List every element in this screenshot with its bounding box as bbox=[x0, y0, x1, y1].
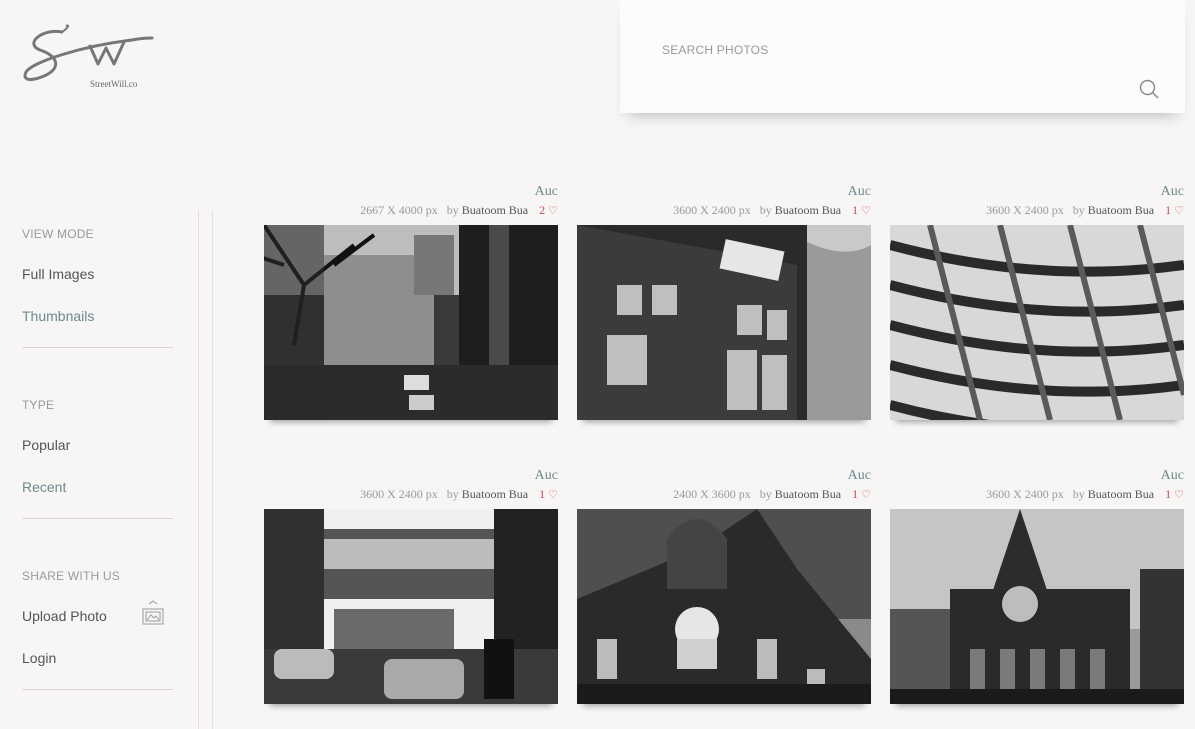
full-images-link[interactable]: Full Images bbox=[22, 266, 94, 282]
sidebar-divider bbox=[212, 210, 213, 729]
heart-icon[interactable]: ♡ bbox=[548, 489, 558, 501]
photo-by-label: by bbox=[1072, 487, 1085, 501]
photo-like-count: 2 bbox=[539, 203, 546, 217]
photo-like-count: 1 bbox=[1165, 487, 1172, 501]
photo-dimensions: 2667 X 4000 px bbox=[360, 203, 438, 217]
photo-location[interactable]: Auc bbox=[535, 184, 558, 200]
thumbnails-link[interactable]: Thumbnails bbox=[22, 308, 94, 324]
photo-by-label: by bbox=[759, 203, 772, 217]
photo-meta: 3600 X 2400 px by Buatoom Bua 1 ♡ bbox=[360, 487, 558, 502]
type-title: TYPE bbox=[22, 398, 55, 412]
photo-location[interactable]: Auc bbox=[848, 184, 871, 200]
photo-by-label: by bbox=[446, 203, 459, 217]
photo-author[interactable]: Buatoom Bua bbox=[1088, 203, 1154, 217]
photo-author[interactable]: Buatoom Bua bbox=[1088, 487, 1154, 501]
photo-meta: 3600 X 2400 px by Buatoom Bua 1 ♡ bbox=[986, 487, 1184, 502]
photo-location[interactable]: Auc bbox=[1161, 468, 1184, 484]
photo-location[interactable]: Auc bbox=[535, 468, 558, 484]
sidebar-divider bbox=[198, 210, 199, 729]
section-divider bbox=[22, 347, 173, 348]
photo-location[interactable]: Auc bbox=[1161, 184, 1184, 200]
search-label[interactable]: SEARCH PHOTOS bbox=[662, 43, 768, 57]
heart-icon[interactable]: ♡ bbox=[1174, 489, 1184, 501]
recent-link[interactable]: Recent bbox=[22, 479, 66, 495]
photo-dimensions: 3600 X 2400 px bbox=[986, 203, 1064, 217]
photo-by-label: by bbox=[759, 487, 772, 501]
photo-author[interactable]: Buatoom Bua bbox=[462, 487, 528, 501]
view-mode-title: VIEW MODE bbox=[22, 227, 94, 241]
photo-thumbnail[interactable] bbox=[890, 225, 1184, 420]
heart-icon[interactable]: ♡ bbox=[1174, 205, 1184, 217]
photo-like-count: 1 bbox=[1165, 203, 1172, 217]
heart-icon[interactable]: ♡ bbox=[548, 205, 558, 217]
photo-like-count: 1 bbox=[852, 487, 859, 501]
photo-thumbnail[interactable] bbox=[577, 225, 871, 420]
photo-meta: 2667 X 4000 px by Buatoom Bua 2 ♡ bbox=[360, 203, 558, 218]
photo-thumbnail[interactable] bbox=[264, 225, 558, 420]
photo-by-label: by bbox=[446, 487, 459, 501]
heart-icon[interactable]: ♡ bbox=[861, 489, 871, 501]
section-divider bbox=[22, 518, 173, 519]
logo-text: StreetWill.co bbox=[90, 79, 138, 89]
upload-photo-link[interactable]: Upload Photo bbox=[22, 608, 107, 624]
photo-thumbnail[interactable] bbox=[890, 509, 1184, 704]
photo-thumbnail[interactable] bbox=[577, 509, 871, 704]
photo-dimensions: 3600 X 2400 px bbox=[360, 487, 438, 501]
photo-by-label: by bbox=[1072, 203, 1085, 217]
popular-link[interactable]: Popular bbox=[22, 437, 70, 453]
photo-meta: 2400 X 3600 px by Buatoom Bua 1 ♡ bbox=[673, 487, 871, 502]
heart-icon[interactable]: ♡ bbox=[861, 205, 871, 217]
photo-dimensions: 3600 X 2400 px bbox=[673, 203, 751, 217]
site-logo[interactable]: StreetWill.co bbox=[22, 24, 157, 94]
section-divider bbox=[22, 689, 173, 690]
image-upload-icon[interactable] bbox=[141, 600, 165, 626]
photo-location[interactable]: Auc bbox=[848, 468, 871, 484]
photo-author[interactable]: Buatoom Bua bbox=[775, 203, 841, 217]
photo-thumbnail[interactable] bbox=[264, 509, 558, 704]
photo-meta: 3600 X 2400 px by Buatoom Bua 1 ♡ bbox=[673, 203, 871, 218]
logo-signature bbox=[23, 24, 154, 81]
photo-dimensions: 3600 X 2400 px bbox=[986, 487, 1064, 501]
search-icon[interactable] bbox=[1139, 79, 1159, 99]
photo-author[interactable]: Buatoom Bua bbox=[775, 487, 841, 501]
photo-like-count: 1 bbox=[852, 203, 859, 217]
login-link[interactable]: Login bbox=[22, 650, 56, 666]
photo-meta: 3600 X 2400 px by Buatoom Bua 1 ♡ bbox=[986, 203, 1184, 218]
share-title: SHARE WITH US bbox=[22, 569, 120, 583]
photo-like-count: 1 bbox=[539, 487, 546, 501]
photo-author[interactable]: Buatoom Bua bbox=[462, 203, 528, 217]
photo-dimensions: 2400 X 3600 px bbox=[673, 487, 751, 501]
